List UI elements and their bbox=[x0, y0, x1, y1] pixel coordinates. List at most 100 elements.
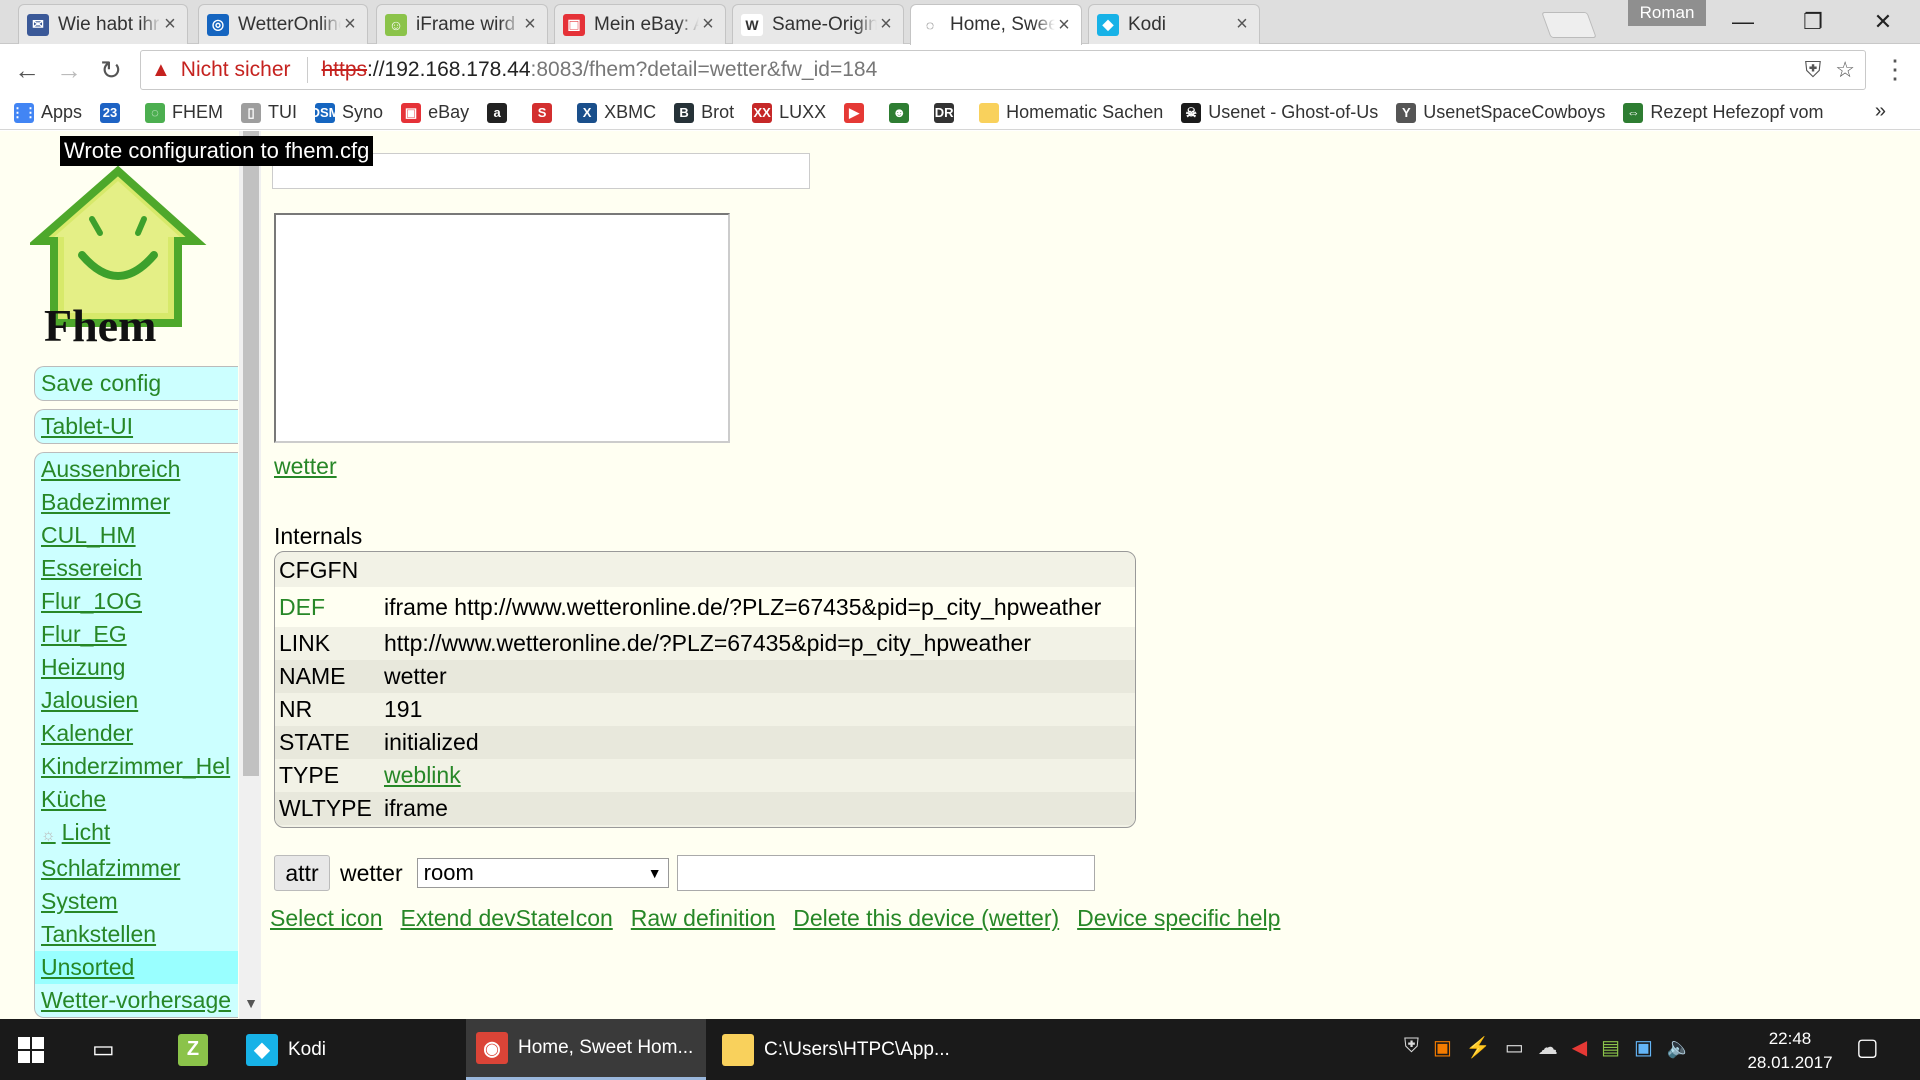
tab-close-icon[interactable]: × bbox=[1233, 13, 1251, 36]
defender-icon[interactable]: ⛨ bbox=[1404, 1035, 1419, 1060]
bookmark-item[interactable]: B Brot bbox=[674, 102, 734, 123]
bookmark-star-icon[interactable]: ☆ bbox=[1835, 57, 1855, 83]
bookmark-item[interactable]: 23 bbox=[100, 102, 127, 123]
bookmark-item[interactable]: ▣ eBay bbox=[401, 102, 469, 123]
bookmark-item[interactable]: XX LUXX bbox=[752, 102, 826, 123]
room-link[interactable]: Unsorted bbox=[35, 951, 238, 984]
room-link[interactable]: Essereich bbox=[35, 552, 238, 585]
restore-icon[interactable]: ❐ bbox=[1786, 6, 1840, 38]
browser-tab[interactable]: ▣ Mein eBay: Artik× bbox=[554, 4, 726, 44]
volume-icon[interactable]: 🔈 bbox=[1667, 1035, 1692, 1060]
room-link[interactable]: CUL_HM bbox=[35, 519, 238, 552]
bookmark-item[interactable]: X XBMC bbox=[577, 102, 656, 123]
shield-extension-icon[interactable]: ⛨ bbox=[1805, 57, 1822, 83]
browser-tab[interactable]: ◌ Home, Sweet H× bbox=[910, 4, 1082, 45]
ebay-icon: ▣ bbox=[563, 13, 585, 36]
tab-close-icon[interactable]: × bbox=[521, 13, 539, 36]
onedrive-icon[interactable]: ☁ bbox=[1538, 1035, 1558, 1060]
taskbar-app[interactable]: C:\Users\HTPC\App... bbox=[712, 1019, 952, 1080]
room-link[interactable]: Aussenbreich bbox=[35, 453, 238, 486]
new-tab-button[interactable] bbox=[1541, 12, 1597, 38]
bookmark-item[interactable]: ▶ bbox=[844, 102, 871, 123]
taskbar-app[interactable]: ◉ Home, Sweet Hom... bbox=[466, 1019, 706, 1080]
device-weblink[interactable]: wetter bbox=[274, 453, 337, 480]
bookmarks-overflow-icon[interactable]: » bbox=[1875, 100, 1886, 123]
fhem-icon: ◌ bbox=[145, 102, 166, 123]
bookmark-item[interactable]: Y UsenetSpaceCowboys bbox=[1396, 102, 1605, 123]
menu-scrollbar-thumb[interactable] bbox=[243, 131, 259, 776]
tab-close-icon[interactable]: × bbox=[699, 13, 717, 36]
address-bar[interactable]: ▲ Nicht sicher https ://192.168.178.44 :… bbox=[140, 50, 1866, 90]
internal-value[interactable]: weblink bbox=[380, 759, 1135, 792]
bookmark-item[interactable]: S bbox=[532, 102, 559, 123]
internal-key[interactable]: DEF bbox=[275, 587, 380, 627]
bookmark-item[interactable]: ☠ Usenet - Ghost-of-Us bbox=[1181, 102, 1378, 123]
tab-close-icon[interactable]: × bbox=[341, 13, 359, 36]
browser-tab[interactable]: ☺ iFrame wird nicl× bbox=[376, 4, 548, 44]
delete-device-link[interactable]: Delete this device (wetter) bbox=[793, 905, 1059, 932]
bookmark-item[interactable]: ◌ FHEM bbox=[145, 102, 223, 123]
internal-key: NR bbox=[275, 693, 380, 726]
internal-value-text[interactable]: weblink bbox=[384, 762, 461, 788]
reload-icon[interactable]: ↻ bbox=[94, 54, 128, 86]
tab-close-icon[interactable]: × bbox=[161, 13, 179, 36]
app-tray-icon[interactable]: ▣ bbox=[1634, 1035, 1653, 1060]
speaker-red-icon[interactable]: ◀ bbox=[1572, 1035, 1587, 1060]
start-button[interactable] bbox=[18, 1019, 44, 1080]
browser-tab[interactable]: ◎ WetterOnline W× bbox=[198, 4, 368, 44]
task-view-icon[interactable]: ▭ bbox=[92, 1019, 115, 1080]
room-link[interactable]: Küche bbox=[35, 783, 238, 816]
room-link[interactable]: ☼ Licht bbox=[35, 816, 238, 852]
browser-tab[interactable]: W Same-Origin-Po× bbox=[732, 4, 904, 44]
java-icon[interactable]: ▣ bbox=[1433, 1035, 1452, 1060]
taskbar-app[interactable]: Z bbox=[168, 1019, 218, 1080]
bookmark-label: Usenet - Ghost-of-Us bbox=[1208, 102, 1379, 122]
attr-select[interactable]: room ▼ bbox=[416, 858, 669, 888]
sync-icon[interactable]: ▤ bbox=[1601, 1035, 1620, 1060]
bookmark-item[interactable]: ▯ TUI bbox=[241, 102, 297, 123]
room-link[interactable]: Schlafzimmer bbox=[35, 852, 238, 885]
device-help-link[interactable]: Device specific help bbox=[1077, 905, 1280, 932]
scroll-down-icon[interactable]: ▼ bbox=[243, 995, 259, 1011]
bookmark-item[interactable]: Homematic Sachen bbox=[979, 102, 1163, 123]
minimize-icon[interactable]: — bbox=[1716, 6, 1770, 38]
bookmark-item[interactable]: ⋮⋮ Apps bbox=[11, 102, 82, 123]
room-link[interactable]: Flur_EG bbox=[35, 618, 238, 651]
room-link[interactable]: Kalender bbox=[35, 717, 238, 750]
tab-close-icon[interactable]: × bbox=[877, 13, 895, 36]
bookmark-item[interactable]: ☻ bbox=[889, 102, 916, 123]
room-link[interactable]: Jalousien bbox=[35, 684, 238, 717]
tab-close-icon[interactable]: × bbox=[1055, 14, 1073, 37]
taskbar-app[interactable]: ◆ Kodi bbox=[236, 1019, 396, 1080]
tablet-ui-link[interactable]: Tablet-UI bbox=[35, 410, 238, 443]
room-link[interactable]: System bbox=[35, 885, 238, 918]
room-link[interactable]: Badezimmer bbox=[35, 486, 238, 519]
room-link[interactable]: Wetter-vorhersage bbox=[35, 984, 238, 1017]
attr-button[interactable]: attr bbox=[274, 855, 330, 891]
extend-devstateicon-link[interactable]: Extend devStateIcon bbox=[401, 905, 613, 932]
browser-tab[interactable]: ✉ Wie habt ihr Ko× bbox=[18, 4, 188, 44]
network-icon[interactable]: ▭ bbox=[1505, 1035, 1524, 1060]
forward-icon[interactable]: → bbox=[52, 54, 86, 86]
power-icon[interactable]: ⚡ bbox=[1466, 1035, 1491, 1060]
select-icon-link[interactable]: Select icon bbox=[270, 905, 383, 932]
bookmark-item[interactable]: ⇔ Rezept Hefezopf vom bbox=[1623, 102, 1824, 123]
room-link[interactable]: Flur_1OG bbox=[35, 585, 238, 618]
bookmark-item[interactable]: a bbox=[487, 102, 514, 123]
room-link[interactable]: Heizung bbox=[35, 651, 238, 684]
room-link[interactable]: Tankstellen bbox=[35, 918, 238, 951]
system-clock[interactable]: 22:48 28.01.2017 bbox=[1738, 1027, 1842, 1075]
back-icon[interactable]: ← bbox=[10, 54, 44, 86]
notification-center-icon[interactable]: ▢ bbox=[1856, 1033, 1879, 1062]
save-config-link[interactable]: Save config bbox=[35, 367, 238, 400]
close-window-icon[interactable]: ✕ bbox=[1856, 6, 1910, 38]
bookmark-item[interactable]: DSM Syno bbox=[311, 102, 383, 123]
browser-tab[interactable]: ◆ Kodi × bbox=[1088, 4, 1260, 44]
room-link[interactable]: Kinderzimmer_Hel bbox=[35, 750, 238, 783]
browser-menu-icon[interactable]: ⋮ bbox=[1880, 54, 1910, 85]
raw-definition-link[interactable]: Raw definition bbox=[631, 905, 775, 932]
bookmark-item[interactable]: DR bbox=[934, 102, 961, 123]
attr-value-input[interactable] bbox=[676, 855, 1095, 891]
profile-button[interactable]: Roman bbox=[1628, 0, 1706, 26]
browser-toolbar: ← → ↻ ▲ Nicht sicher https ://192.168.17… bbox=[0, 44, 1920, 96]
